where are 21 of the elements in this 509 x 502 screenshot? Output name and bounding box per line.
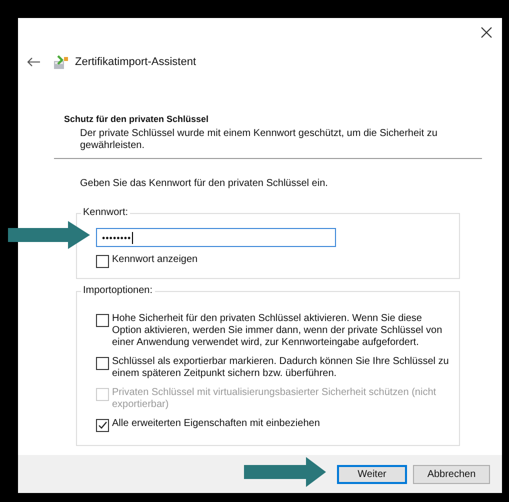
- window-title: Zertifikatimport-Assistent: [75, 56, 196, 68]
- checkbox-label: Hohe Sicherheit für den privaten Schlüssel aktivieren. Wenn Sie diese Option aktivieren, werden Sie immer dann, wenn der private Schlüssel von einer Anwendung verwendet wird, zur Kennworteingabe aufgefordert.: [112, 313, 444, 349]
- dialog-button[interactable]: Abbrechen: [413, 464, 490, 484]
- checkbox-label: Alle erweiterten Eigenschaften mit einbeziehen: [112, 418, 321, 430]
- checkbox-label: Kennwort anzeigen: [112, 254, 199, 266]
- certificate-icon: [53, 54, 69, 70]
- checkbox[interactable]: [96, 255, 109, 268]
- back-arrow-icon[interactable]: [27, 57, 40, 67]
- checkbox-label: Privaten Schlüssel mit virtualisierungsbasierter Sicherheit schützen (nicht exportierbar): [112, 387, 438, 411]
- close-icon[interactable]: [481, 26, 492, 38]
- section-heading: Schutz für den privaten Schlüssel: [63, 114, 210, 124]
- checkbox[interactable]: [96, 419, 109, 432]
- checkbox[interactable]: [96, 314, 109, 327]
- checkbox[interactable]: [96, 357, 109, 370]
- group-label: Kennwort:: [81, 207, 130, 218]
- dialog-button[interactable]: Weiter: [337, 464, 407, 484]
- password-field[interactable]: ••••••••: [96, 228, 336, 247]
- instruction-text: Geben Sie das Kennwort für den privaten Schlüssel ein.: [80, 178, 329, 189]
- group-label: Importoptionen:: [81, 285, 154, 296]
- section-description: Der private Schlüssel wurde mit einem Kennwort geschützt, um die Sicherheit zu gewährleisten.: [80, 128, 438, 152]
- checkbox-label: Schlüssel als exportierbar markieren. Dadurch können Sie Ihre Schlüssel zu einem späteren Zeitpunkt sichern bzw. überführen.: [112, 356, 450, 380]
